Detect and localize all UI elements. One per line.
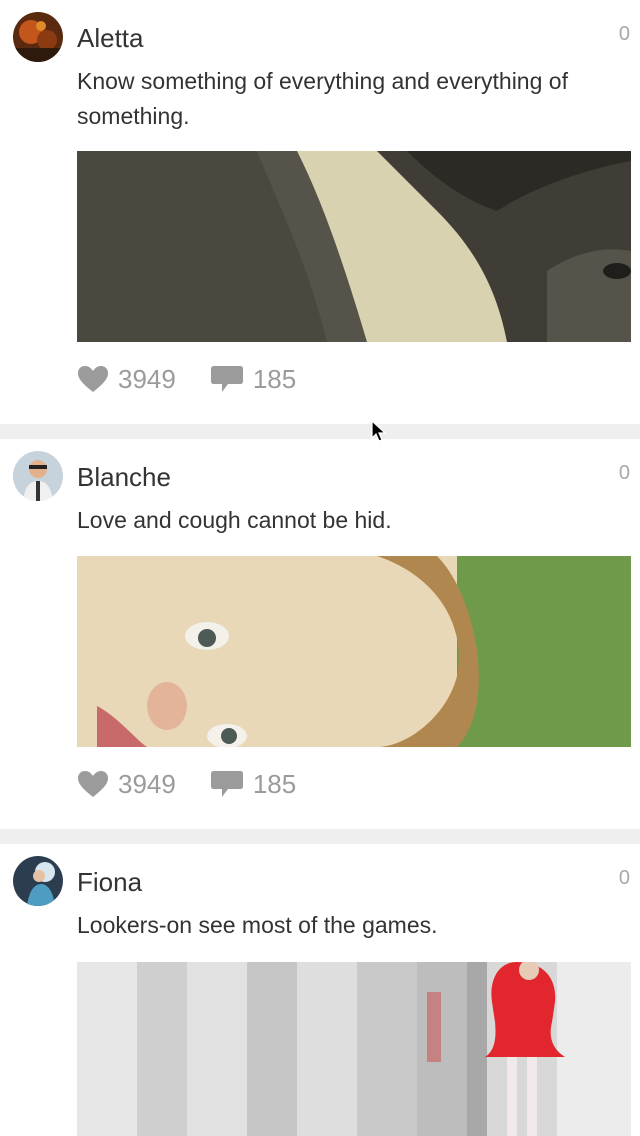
avatar[interactable] xyxy=(13,12,63,62)
post-stats: 3949 185 xyxy=(77,766,330,802)
post-count: 0 xyxy=(618,462,630,484)
comment-count: 185 xyxy=(252,769,297,799)
username[interactable]: Blanche xyxy=(77,461,171,493)
separator xyxy=(0,829,640,844)
post-text: Lookers-on see most of the games. xyxy=(77,912,438,938)
post-text: Love and cough cannot be hid. xyxy=(77,507,392,533)
heart-icon xyxy=(78,771,108,797)
like-count: 3949 xyxy=(118,769,176,799)
avatar[interactable] xyxy=(13,451,63,501)
post-feed: Aletta 0 Know something of everything an… xyxy=(0,0,640,1136)
comment-stat[interactable]: 185 xyxy=(210,766,296,802)
post-image[interactable] xyxy=(77,556,631,747)
like-count: 3949 xyxy=(118,364,176,394)
username[interactable]: Aletta xyxy=(77,22,144,54)
comment-count: 185 xyxy=(252,364,297,394)
speech-bubble-icon xyxy=(210,366,243,392)
post-card[interactable]: Blanche 0 Love and cough cannot be hid. xyxy=(0,439,640,829)
post-card[interactable]: Aletta 0 Know something of everything an… xyxy=(0,0,640,424)
mouse-cursor-icon xyxy=(371,420,387,442)
heart-icon xyxy=(78,366,108,392)
separator xyxy=(0,424,640,439)
speech-bubble-icon xyxy=(210,771,243,797)
like-stat[interactable]: 3949 xyxy=(77,361,176,397)
post-text: Know something of everything and everyth… xyxy=(77,68,568,129)
comment-stat[interactable]: 185 xyxy=(210,361,296,397)
post-stats: 3949 185 xyxy=(77,361,330,397)
post-image[interactable] xyxy=(77,151,631,342)
post-image[interactable] xyxy=(77,962,631,1136)
post-card[interactable]: Fiona 0 Lookers-on see most of the games… xyxy=(0,844,640,1136)
like-stat[interactable]: 3949 xyxy=(77,766,176,802)
username[interactable]: Fiona xyxy=(77,866,142,898)
post-count: 0 xyxy=(618,23,630,45)
post-count: 0 xyxy=(618,867,630,889)
avatar[interactable] xyxy=(13,856,63,906)
